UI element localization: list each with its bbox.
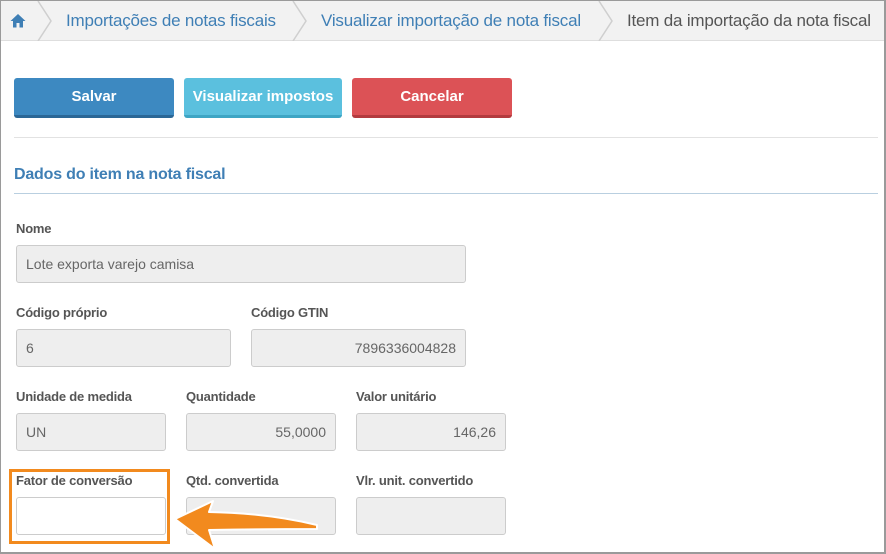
breadcrumb-item-current: Item da importação da nota fiscal [627,11,871,30]
breadcrumb-item-visualizar-importacao[interactable]: Visualizar importação de nota fiscal [321,1,581,41]
codigo-proprio-label: Código próprio [16,305,108,320]
breadcrumb-item-importacoes[interactable]: Importações de notas fiscais [66,1,276,41]
qtd-convertida-label: Qtd. convertida [186,473,279,488]
vlr-unit-convertido-label: Vlr. unit. convertido [356,473,474,488]
chevron-right-icon [37,1,52,41]
codigo-gtin-label: Código GTIN [251,305,329,320]
codigo-gtin-field[interactable]: 7896336004828 [251,329,466,367]
view-taxes-button[interactable]: Visualizar impostos [184,78,342,118]
nome-label: Nome [16,221,52,236]
cancel-button[interactable]: Cancelar [352,78,512,118]
valor-unitario-field[interactable]: 146,26 [356,413,506,451]
section-divider [14,193,878,194]
chevron-right-icon [598,1,613,41]
nome-field[interactable]: Lote exporta varejo camisa [16,245,466,283]
chevron-right-icon [292,1,307,41]
quantidade-label: Quantidade [186,389,256,404]
valor-unitario-label: Valor unitário [356,389,437,404]
breadcrumb: Importações de notas fiscais Visualizar … [1,1,884,41]
app-window: Importações de notas fiscais Visualizar … [0,0,886,554]
highlight-box [9,469,170,544]
unidade-label: Unidade de medida [16,389,132,404]
save-button[interactable]: Salvar [14,78,174,118]
arrow-left-icon [174,500,318,550]
unidade-field[interactable]: UN [16,413,166,451]
vlr-unit-convertido-field[interactable] [356,497,506,535]
home-icon[interactable] [9,12,27,30]
divider [14,137,878,138]
quantidade-field[interactable]: 55,0000 [186,413,336,451]
codigo-proprio-field[interactable]: 6 [16,329,231,367]
section-title: Dados do item na nota fiscal [14,166,226,183]
